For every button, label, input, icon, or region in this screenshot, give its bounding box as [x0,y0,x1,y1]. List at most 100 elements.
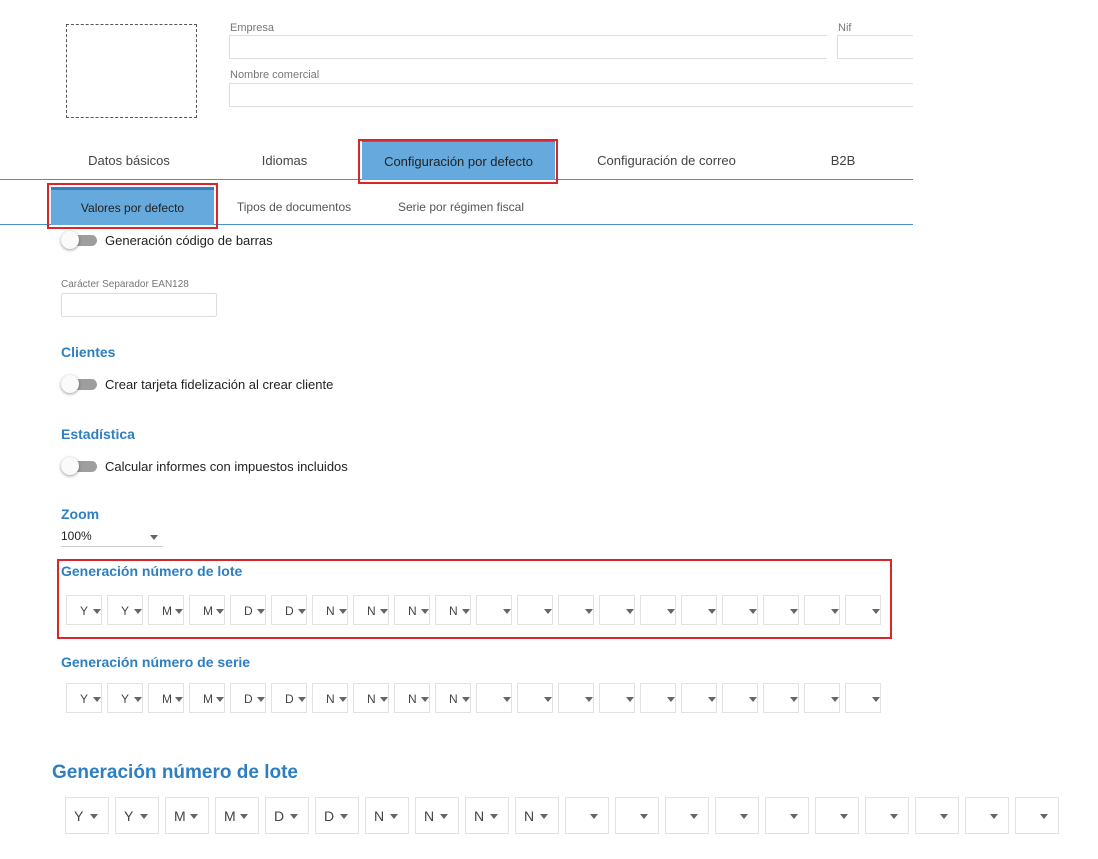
chevron-down-icon [93,697,101,702]
segment-select[interactable]: M [148,683,184,713]
segment-select[interactable] [865,797,909,834]
segment-value: D [285,604,294,618]
segment-select[interactable]: N [394,595,430,625]
segment-select[interactable]: M [165,797,209,834]
segment-select[interactable] [640,595,676,625]
chevron-down-icon [90,814,98,819]
segment-select[interactable] [476,595,512,625]
segment-select[interactable]: N [435,683,471,713]
segment-select[interactable] [815,797,859,834]
segment-select[interactable]: M [215,797,259,834]
segment-select[interactable] [722,683,758,713]
segment-select[interactable] [804,683,840,713]
segment-select[interactable]: N [415,797,459,834]
segment-select[interactable]: D [315,797,359,834]
segment-select[interactable]: D [271,595,307,625]
segment-select[interactable] [763,683,799,713]
segment-select[interactable]: D [230,595,266,625]
segment-select[interactable] [1015,797,1059,834]
chevron-down-icon [175,609,183,614]
segment-select[interactable]: Y [115,797,159,834]
chevron-down-icon [740,814,748,819]
segment-select[interactable] [681,595,717,625]
segment-select[interactable] [965,797,1009,834]
empresa-field[interactable] [229,35,827,59]
segment-select[interactable] [845,595,881,625]
tab-b2b[interactable]: B2B [776,139,910,180]
ean128-separator-field[interactable] [61,293,217,317]
chevron-down-icon [175,697,183,702]
segment-select[interactable] [722,595,758,625]
chevron-down-icon [940,814,948,819]
segment-value: D [244,604,253,618]
company-logo-placeholder[interactable] [66,24,197,118]
segment-select[interactable]: D [230,683,266,713]
segment-select[interactable]: D [265,797,309,834]
segment-select[interactable]: M [148,595,184,625]
segment-select[interactable] [665,797,709,834]
segment-select[interactable]: Y [65,797,109,834]
segment-select[interactable]: Y [66,683,102,713]
segment-select[interactable]: N [353,683,389,713]
subtab-serie-por-regimen-fiscal[interactable]: Serie por régimen fiscal [372,187,550,225]
segment-select[interactable] [765,797,809,834]
toggle-knob [61,231,79,249]
segment-select[interactable]: N [312,683,348,713]
segment-select[interactable]: N [312,595,348,625]
chevron-down-icon [990,814,998,819]
segment-select[interactable] [476,683,512,713]
segment-select[interactable] [599,683,635,713]
segment-select[interactable] [715,797,759,834]
chevron-down-icon [667,609,675,614]
segment-select[interactable]: N [394,683,430,713]
tab-configuracion-de-correo[interactable]: Configuración de correo [575,139,758,180]
impuestos-toggle[interactable] [61,457,97,475]
nombre-comercial-field[interactable] [229,83,913,107]
nif-field[interactable] [837,35,913,59]
segment-value: N [474,808,485,824]
segment-select[interactable] [640,683,676,713]
chevron-down-icon [540,814,548,819]
tab-configuracion-por-defecto[interactable]: Configuración por defecto [362,139,555,180]
subtab-valores-por-defecto[interactable]: Valores por defecto [51,187,214,225]
fidelizacion-toggle[interactable] [61,375,97,393]
chevron-down-icon [585,697,593,702]
segment-select[interactable] [915,797,959,834]
tab-datos-basicos[interactable]: Datos básicos [61,139,197,180]
segment-select[interactable] [845,683,881,713]
segment-value: N [424,808,435,824]
segment-select[interactable]: M [189,595,225,625]
segment-select[interactable]: D [271,683,307,713]
segment-select[interactable]: N [515,797,559,834]
nombre-comercial-label: Nombre comercial [230,69,320,81]
segment-select[interactable] [558,595,594,625]
serie-title: Generación número de serie [61,654,251,670]
segment-select[interactable] [517,595,553,625]
segment-select[interactable] [517,683,553,713]
segment-value: Y [124,808,134,824]
segment-select[interactable] [681,683,717,713]
chevron-down-icon [140,814,148,819]
segment-select[interactable] [565,797,609,834]
segment-select[interactable]: Y [107,683,143,713]
segment-select[interactable] [558,683,594,713]
segment-select[interactable] [804,595,840,625]
tab-idiomas[interactable]: Idiomas [216,139,353,180]
segment-select[interactable] [599,595,635,625]
chevron-down-icon [890,814,898,819]
segment-select[interactable]: Y [107,595,143,625]
segment-select[interactable]: M [189,683,225,713]
segment-select[interactable]: N [435,595,471,625]
segment-select[interactable]: N [353,595,389,625]
segment-select[interactable]: N [365,797,409,834]
segment-select[interactable]: Y [66,595,102,625]
segment-select[interactable] [615,797,659,834]
chevron-down-icon [134,609,142,614]
segment-value: M [174,808,186,824]
zoom-select[interactable]: 100% [61,527,163,547]
segment-select[interactable]: N [465,797,509,834]
subtab-tipos-de-documentos[interactable]: Tipos de documentos [226,187,362,225]
barcode-toggle[interactable] [61,231,97,249]
chevron-down-icon [421,609,429,614]
segment-select[interactable] [763,595,799,625]
